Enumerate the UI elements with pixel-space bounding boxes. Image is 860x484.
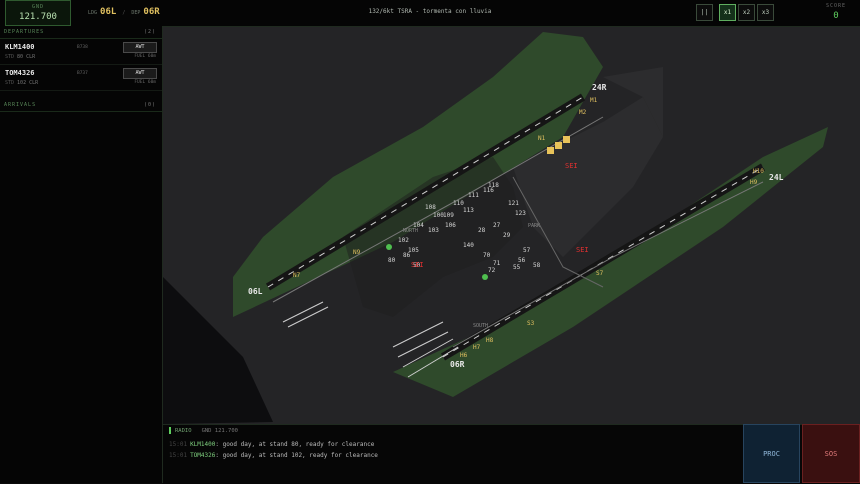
- svg-text:71: 71: [493, 260, 501, 267]
- ldg-runway: 06L: [100, 7, 117, 17]
- svg-text:SOUTH: SOUTH: [473, 323, 488, 329]
- awt-button[interactable]: AWT: [123, 42, 157, 53]
- aircraft-type: B737: [77, 71, 88, 76]
- radio-header: RADIO GND 121.700: [169, 427, 238, 434]
- score-label: SCORE: [825, 3, 846, 9]
- runway-config: LDG 06L / DEP 06R: [88, 7, 160, 17]
- svg-text:70: 70: [483, 252, 491, 259]
- svg-text:57: 57: [523, 247, 531, 254]
- svg-text:27: 27: [493, 222, 501, 229]
- svg-text:29: 29: [503, 232, 511, 239]
- frequency-display[interactable]: GND 121.700: [5, 0, 71, 26]
- strip-info: STD 102 CLR: [5, 80, 39, 86]
- sos-button[interactable]: SOS: [802, 424, 860, 483]
- svg-text:SEI: SEI: [411, 261, 424, 269]
- arrivals-header[interactable]: ARRIVALS (0): [0, 99, 162, 112]
- svg-text:108: 108: [425, 204, 436, 211]
- radio-title: RADIO: [175, 428, 192, 434]
- speed-x3-button[interactable]: x3: [757, 4, 774, 21]
- radio-message: 15:01 KLM1400: good day, at stand 80, rea…: [169, 441, 375, 448]
- flight-strips-panel: DEPARTURES (2) KLM1400 B738 AWT STD 80 C…: [0, 26, 163, 483]
- departures-header[interactable]: DEPARTURES (2): [0, 26, 162, 39]
- svg-text:109: 109: [443, 212, 454, 219]
- weather-info: 132/6kt TSRA - tormenta con lluvia: [368, 8, 492, 15]
- svg-text:06R: 06R: [450, 360, 465, 369]
- fuel: FUEL 60m: [134, 80, 156, 85]
- svg-text:102: 102: [398, 237, 409, 244]
- dep-label: DEP: [131, 10, 141, 16]
- svg-text:H9: H9: [750, 179, 758, 186]
- svg-text:55: 55: [513, 264, 521, 271]
- speed-x1-button[interactable]: x1: [719, 4, 736, 21]
- callsign: KLM1400: [5, 43, 35, 51]
- flight-strip[interactable]: TOM4326 B737 AWT STD 102 CLR FUEL 60m: [0, 65, 162, 91]
- dep-runway: 06R: [143, 7, 160, 17]
- svg-text:M2: M2: [579, 109, 587, 116]
- score: SCORE 0: [826, 3, 846, 21]
- svg-text:N9: N9: [353, 249, 361, 256]
- svg-text:H10: H10: [753, 168, 764, 175]
- svg-text:24R: 24R: [592, 83, 607, 92]
- svg-text:H6: H6: [460, 352, 468, 359]
- svg-text:S3: S3: [527, 320, 535, 327]
- callsign: TOM4326: [5, 69, 35, 77]
- svg-text:110: 110: [453, 200, 464, 207]
- radio-message: 15:01 TOM4326: good day, at stand 102, re…: [169, 452, 378, 459]
- airport-diagram[interactable]: 111116110 118113109 12112327 282970 7172…: [163, 27, 860, 424]
- svg-text:86: 86: [403, 252, 411, 259]
- svg-text:H7: H7: [473, 344, 481, 351]
- svg-text:M1: M1: [590, 97, 598, 104]
- departures-count: (2): [143, 29, 156, 35]
- svg-text:118: 118: [488, 182, 499, 189]
- aircraft-tom4326: [482, 274, 488, 280]
- svg-text:123: 123: [515, 210, 526, 217]
- awt-button[interactable]: AWT: [123, 68, 157, 79]
- frequency-value: 121.700: [19, 12, 57, 22]
- top-bar: GND 121.700 LDG 06L / DEP 06R 132/6kt TS…: [0, 0, 860, 27]
- departures-title: DEPARTURES: [4, 29, 45, 35]
- pause-button[interactable]: ||: [696, 4, 713, 21]
- radio-freq: GND 121.700: [201, 428, 238, 434]
- svg-text:106: 106: [445, 222, 456, 229]
- arrivals-title: ARRIVALS: [4, 102, 37, 108]
- svg-text:N7: N7: [293, 272, 301, 279]
- aircraft-type: B738: [77, 45, 88, 50]
- svg-text:24L: 24L: [769, 173, 784, 182]
- proc-button[interactable]: PROC: [743, 424, 800, 483]
- svg-text:N1: N1: [538, 135, 546, 142]
- svg-text:103: 103: [428, 227, 439, 234]
- svg-text:80: 80: [388, 257, 396, 264]
- flight-strip[interactable]: KLM1400 B738 AWT STD 80 CLR FUEL 60m: [0, 39, 162, 65]
- svg-text:28: 28: [478, 227, 486, 234]
- svg-text:SEI: SEI: [565, 162, 578, 170]
- svg-text:100: 100: [433, 212, 444, 219]
- svg-text:S7: S7: [596, 270, 604, 277]
- svg-text:H8: H8: [486, 337, 494, 344]
- svg-text:PARK: PARK: [528, 223, 540, 229]
- svg-text:111: 111: [468, 192, 479, 199]
- frequency-label: GND: [31, 4, 45, 10]
- strip-info: STD 80 CLR: [5, 54, 36, 60]
- ldg-label: LDG: [88, 10, 98, 16]
- arrivals-count: (0): [143, 102, 156, 108]
- svg-text:72: 72: [488, 267, 496, 274]
- svg-text:NORTH: NORTH: [403, 228, 418, 234]
- svg-text:SEI: SEI: [576, 246, 589, 254]
- svg-text:06L: 06L: [248, 287, 263, 296]
- svg-text:58: 58: [533, 262, 541, 269]
- speed-x2-button[interactable]: x2: [738, 4, 755, 21]
- svg-text:121: 121: [508, 200, 519, 207]
- svg-text:140: 140: [463, 242, 474, 249]
- aircraft-klm1400: [386, 244, 392, 250]
- airport-map[interactable]: 111 116 110 118 113 109 121 123 27 28 29 70 71 72…: [163, 27, 860, 424]
- fuel: FUEL 60m: [134, 54, 156, 59]
- svg-text:56: 56: [518, 257, 526, 264]
- score-value: 0: [833, 11, 839, 21]
- svg-text:113: 113: [463, 207, 474, 214]
